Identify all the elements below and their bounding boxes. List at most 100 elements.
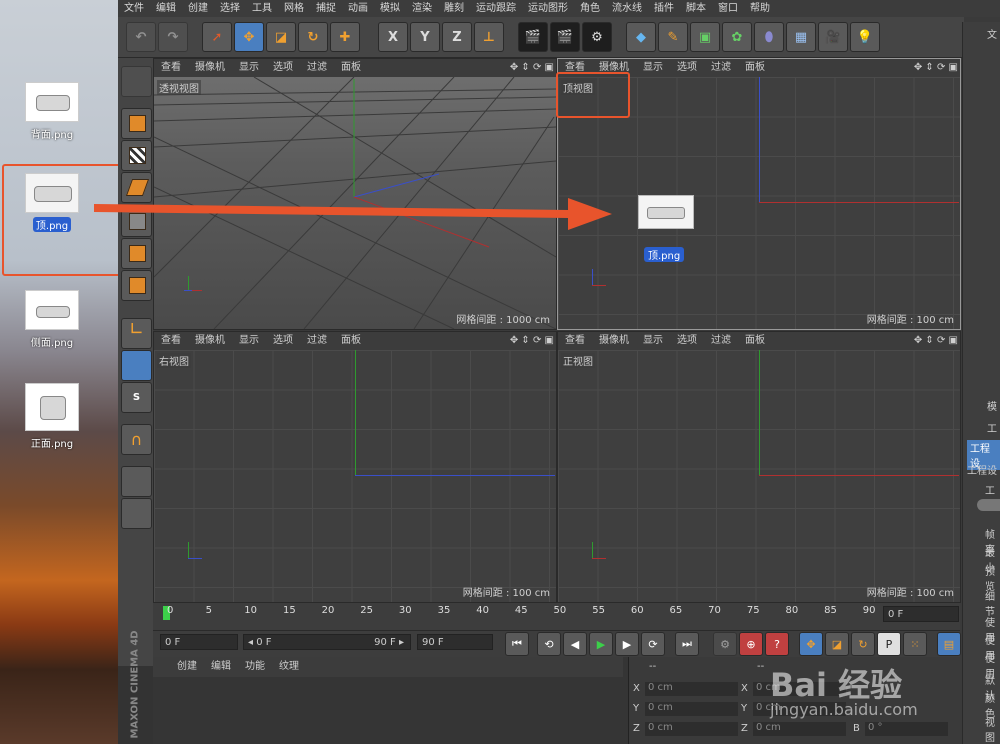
viewport-menu-panel[interactable]: 面板 <box>738 59 772 77</box>
floor-icon[interactable]: ▦ <box>786 22 816 52</box>
key-position-icon[interactable]: ✥ <box>799 632 823 656</box>
render-settings-icon[interactable]: ⚙ <box>582 22 612 52</box>
keyframe-selection-icon[interactable]: ? <box>765 632 789 656</box>
z-axis-lock[interactable]: Z <box>442 22 472 52</box>
viewport-nav-icons[interactable]: ✥ ⇕ ⟳ ▣ <box>914 332 958 350</box>
key-point-level-icon[interactable]: ⁙ <box>903 632 927 656</box>
cloner-icon[interactable]: ✿ <box>722 22 752 52</box>
record-keys-icon[interactable]: ⚙ <box>713 632 737 656</box>
viewport-menu-display[interactable]: 显示 <box>232 59 266 77</box>
viewport-menu-camera[interactable]: 摄像机 <box>188 59 232 77</box>
solo-icon[interactable]: S <box>121 382 152 413</box>
material-menu-create[interactable]: 创建 <box>153 657 204 677</box>
position-z-field[interactable]: 0 cm <box>645 722 738 736</box>
auto-key-icon[interactable]: ⊕ <box>739 632 763 656</box>
key-parameter-icon[interactable]: P <box>877 632 901 656</box>
scale-slider[interactable] <box>977 499 1000 511</box>
menu-select[interactable]: 选择 <box>214 0 246 17</box>
viewport-menu-camera[interactable]: 摄像机 <box>188 332 232 350</box>
menu-tools[interactable]: 工具 <box>246 0 278 17</box>
menu-plugins[interactable]: 插件 <box>648 0 680 17</box>
texture-mode-icon[interactable] <box>121 140 152 171</box>
subdivision-icon[interactable]: ▣ <box>690 22 720 52</box>
tweak-mode-icon[interactable] <box>121 350 152 381</box>
end-frame-field[interactable]: 90 F <box>417 634 493 650</box>
panel-tab[interactable]: 文 <box>987 26 997 41</box>
desktop-file-side[interactable]: 侧面.png <box>4 290 100 349</box>
pen-spline-icon[interactable]: ✎ <box>658 22 688 52</box>
y-axis-lock[interactable]: Y <box>410 22 440 52</box>
menu-help[interactable]: 帮助 <box>744 0 776 17</box>
menu-script[interactable]: 脚本 <box>680 0 712 17</box>
cube-primitive-icon[interactable]: ◆ <box>626 22 656 52</box>
move-icon[interactable]: ✥ <box>234 22 264 52</box>
viewport-menu-filter[interactable]: 过滤 <box>300 332 334 350</box>
viewport-menu-display[interactable]: 显示 <box>232 332 266 350</box>
start-frame-field[interactable]: 0 F <box>160 634 238 650</box>
add-tool-icon[interactable]: ✚ <box>330 22 360 52</box>
viewport-menu-display[interactable]: 显示 <box>636 332 670 350</box>
render-view-icon[interactable]: 🎬 <box>518 22 548 52</box>
timeline-window-icon[interactable]: ▤ <box>937 632 961 656</box>
next-frame-icon[interactable]: ▶ <box>615 632 639 656</box>
model-mode-icon[interactable] <box>121 108 152 139</box>
menu-pipeline[interactable]: 流水线 <box>606 0 648 17</box>
workplane-align-icon[interactable] <box>121 498 152 529</box>
menu-sculpt[interactable]: 雕刻 <box>438 0 470 17</box>
panel-tab[interactable]: 模 <box>987 398 997 413</box>
viewport-menu-filter[interactable]: 过滤 <box>300 59 334 77</box>
undo-icon[interactable]: ↶ <box>126 22 156 52</box>
go-to-start-icon[interactable]: ⏮ <box>505 632 529 656</box>
viewport-menu-camera[interactable]: 摄像机 <box>592 332 636 350</box>
menu-snap[interactable]: 捕捉 <box>310 0 342 17</box>
viewport-menu-view[interactable]: 查看 <box>558 332 592 350</box>
menu-edit[interactable]: 编辑 <box>150 0 182 17</box>
key-rotation-icon[interactable]: ↻ <box>851 632 875 656</box>
viewport-right[interactable]: 查看 摄像机 显示 选项 过滤 面板 ✥ ⇕ ⟳ ▣ 右视图 网格间距 : 100 cm <box>153 331 557 603</box>
viewport-menu-panel[interactable]: 面板 <box>738 332 772 350</box>
front-canvas[interactable]: 正视图 网格间距 : 100 cm <box>558 350 960 602</box>
menu-window[interactable]: 窗口 <box>712 0 744 17</box>
viewport-menu-panel[interactable]: 面板 <box>334 59 368 77</box>
viewport-nav-icons[interactable]: ✥ ⇕ ⟳ ▣ <box>510 59 554 77</box>
position-y-field[interactable]: 0 cm <box>645 702 738 716</box>
menu-character[interactable]: 角色 <box>574 0 606 17</box>
redo-icon[interactable]: ↷ <box>158 22 188 52</box>
viewport-menu-options[interactable]: 选项 <box>266 59 300 77</box>
right-canvas[interactable]: 右视图 网格间距 : 100 cm <box>154 350 556 602</box>
viewport-nav-icons[interactable]: ✥ ⇕ ⟳ ▣ <box>914 59 958 77</box>
polygons-mode-icon[interactable] <box>121 270 152 301</box>
viewport-menu-view[interactable]: 查看 <box>154 332 188 350</box>
live-select-icon[interactable]: ➚ <box>202 22 232 52</box>
desktop-file-front[interactable]: 正面.png <box>4 383 100 450</box>
x-axis-lock[interactable]: X <box>378 22 408 52</box>
timeline-ruler[interactable]: 0 5 10 15 20 25 30 35 40 45 50 55 60 65 70 75 80 85 90 0 F <box>153 603 960 630</box>
render-picture-viewer-icon[interactable]: 🎬 <box>550 22 580 52</box>
next-key-icon[interactable]: ⟳ <box>641 632 665 656</box>
menu-file[interactable]: 文件 <box>118 0 150 17</box>
viewport-menu-panel[interactable]: 面板 <box>334 332 368 350</box>
workplane-lock-icon[interactable] <box>121 466 152 497</box>
viewport-menu-options[interactable]: 选项 <box>670 59 704 77</box>
light-icon[interactable]: 💡 <box>850 22 880 52</box>
menu-mograph[interactable]: 运动图形 <box>522 0 574 17</box>
position-x-field[interactable]: 0 cm <box>645 682 738 696</box>
go-to-end-icon[interactable]: ⏭ <box>675 632 699 656</box>
axis-mode-icon[interactable]: ∟ <box>121 318 152 349</box>
viewport-menu-filter[interactable]: 过滤 <box>704 59 738 77</box>
material-menu-edit[interactable]: 编辑 <box>204 657 238 677</box>
make-editable-icon[interactable] <box>121 66 152 97</box>
play-icon[interactable]: ▶ <box>589 632 613 656</box>
previous-key-icon[interactable]: ⟲ <box>537 632 561 656</box>
menu-render[interactable]: 渲染 <box>406 0 438 17</box>
viewport-menu-display[interactable]: 显示 <box>636 59 670 77</box>
viewport-menu-filter[interactable]: 过滤 <box>704 332 738 350</box>
key-scale-icon[interactable]: ◪ <box>825 632 849 656</box>
menu-animate[interactable]: 动画 <box>342 0 374 17</box>
deformer-icon[interactable]: ⬮ <box>754 22 784 52</box>
material-menu-texture[interactable]: 纹理 <box>272 657 306 677</box>
snap-magnet-icon[interactable]: ∩ <box>121 424 152 455</box>
preview-range-slider[interactable]: ◂ 0 F 90 F ▸ <box>243 634 411 650</box>
menu-simulate[interactable]: 模拟 <box>374 0 406 17</box>
desktop-file-back[interactable]: 背面.png <box>4 82 100 141</box>
